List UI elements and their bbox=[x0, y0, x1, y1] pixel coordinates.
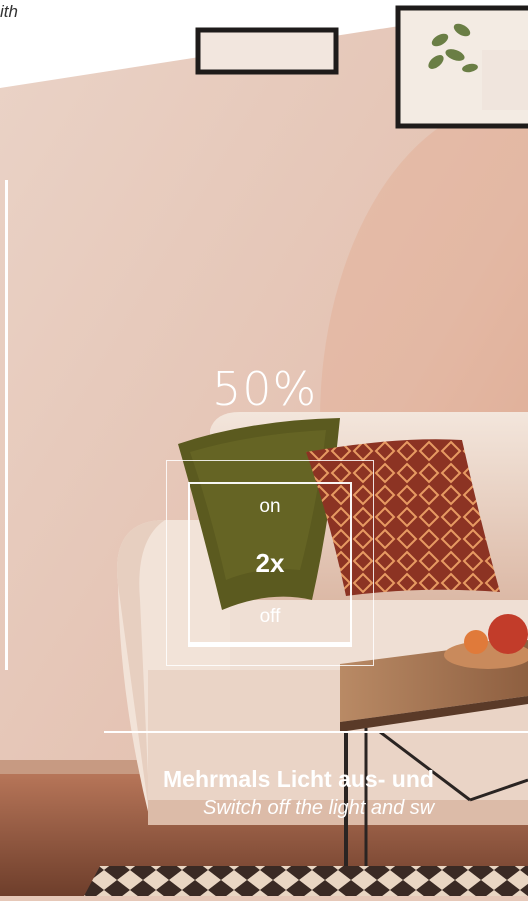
caption-divider bbox=[104, 731, 528, 733]
caption-english: Switch off the light and sw bbox=[203, 797, 435, 819]
left-accent-line bbox=[5, 180, 8, 670]
switch-on-label: on bbox=[259, 496, 281, 517]
brightness-percentage: 50% bbox=[212, 362, 318, 416]
corner-text: ith bbox=[0, 2, 18, 21]
switch-bottom-bar bbox=[188, 642, 352, 647]
switch-count-label: 2x bbox=[255, 548, 285, 578]
switch-off-label: off bbox=[259, 606, 281, 627]
living-room-photo bbox=[0, 0, 528, 896]
caption-german: Mehrmals Licht aus- und bbox=[163, 766, 434, 792]
